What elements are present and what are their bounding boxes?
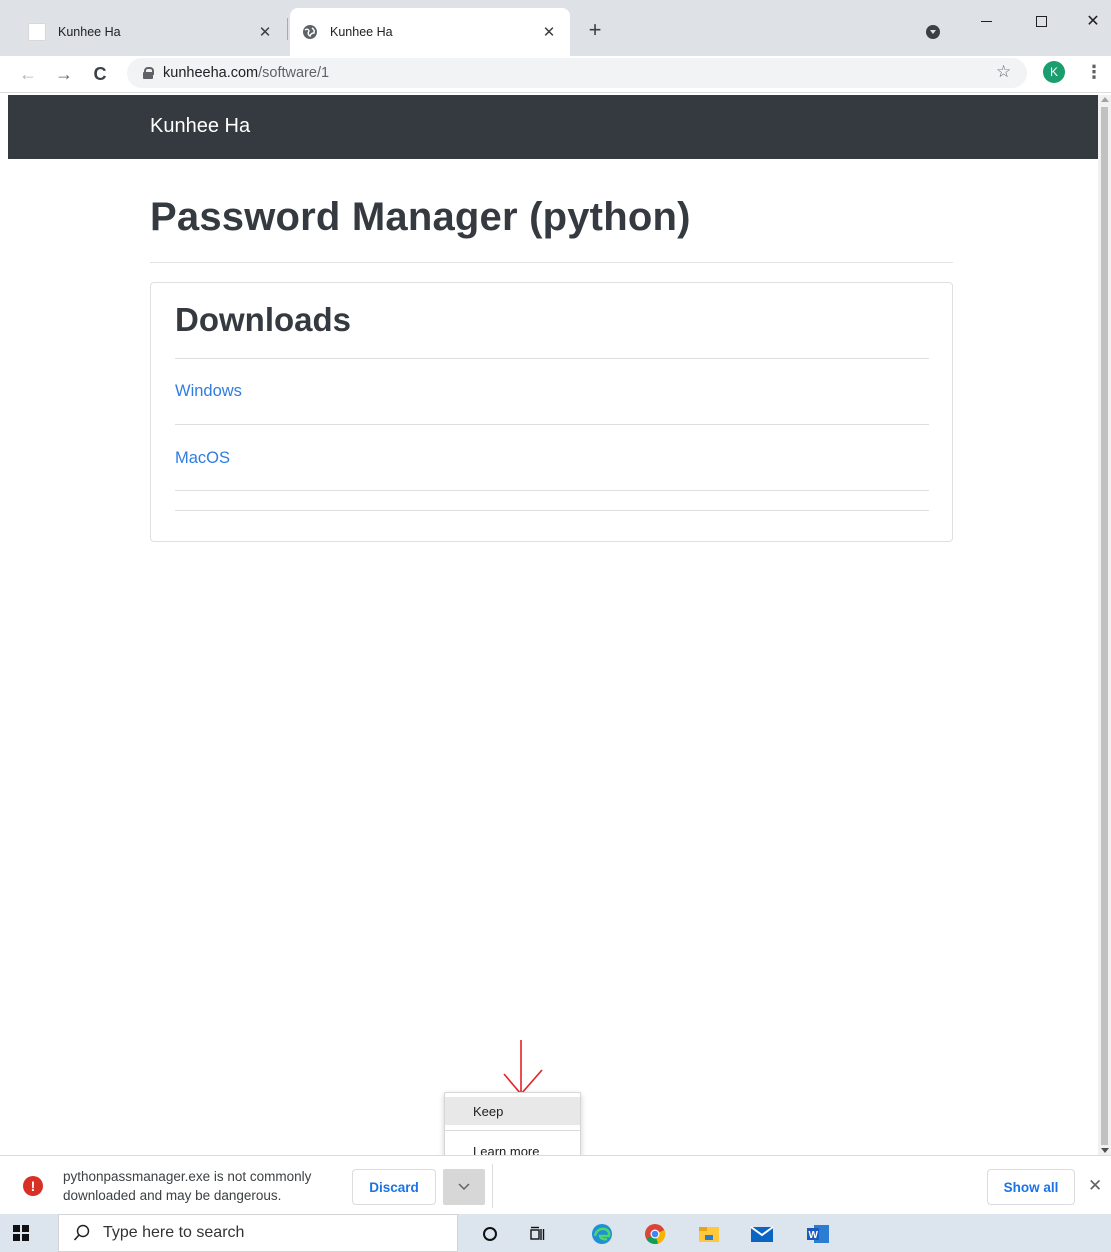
discard-button[interactable]: Discard [352, 1169, 436, 1205]
site-navbar: Kunhee Ha [8, 95, 1098, 159]
svg-text:W: W [809, 1230, 819, 1241]
title-divider [150, 262, 953, 263]
downloads-card: Downloads Windows MacOS [150, 282, 953, 542]
chrome-icon[interactable] [643, 1222, 667, 1246]
page-scrollbar[interactable] [1098, 95, 1111, 1155]
card-divider [175, 490, 929, 491]
taskbar-search-box[interactable]: Type here to search [58, 1214, 458, 1252]
tab-strip: Kunhee Ha ✕ Kunhee Ha ✕ + ✕ [0, 0, 1111, 56]
toolbar-divider [0, 92, 1111, 93]
search-placeholder: Type here to search [103, 1224, 245, 1241]
menu-item-keep[interactable]: Keep [445, 1097, 580, 1125]
close-shelf-icon[interactable]: ✕ [1088, 1176, 1102, 1196]
tab-kunhee-ha-2[interactable]: Kunhee Ha ✕ [290, 8, 570, 56]
windows-taskbar: Type here to search W [0, 1214, 1111, 1252]
show-all-button[interactable]: Show all [987, 1169, 1075, 1205]
page-title: Password Manager (python) [150, 195, 691, 239]
tab-search-icon[interactable] [926, 25, 940, 39]
warning-line-2: downloaded and may be dangerous. [63, 1188, 282, 1203]
close-window-button[interactable]: ✕ [1071, 6, 1111, 36]
card-divider [175, 424, 929, 425]
browser-toolbar: ← → C kunheeha.com/software/1 ☆ [0, 56, 1111, 92]
edge-icon[interactable] [590, 1222, 614, 1246]
maximize-button[interactable] [1019, 6, 1063, 36]
download-options-button[interactable] [443, 1169, 485, 1205]
tab-kunhee-ha-1[interactable]: Kunhee Ha ✕ [16, 8, 286, 56]
red-arrow-annotation-icon [503, 1040, 543, 1096]
download-warning: pythonpassmanager.exe is not commonly do… [63, 1167, 353, 1205]
lock-icon[interactable] [143, 67, 154, 79]
url-path: /software/1 [258, 65, 330, 81]
warning-line-1: pythonpassmanager.exe is not commonly [63, 1169, 312, 1184]
close-tab-icon[interactable]: ✕ [540, 23, 558, 41]
close-tab-icon[interactable]: ✕ [256, 23, 274, 41]
scroll-thumb[interactable] [1101, 107, 1108, 1145]
profile-avatar[interactable]: K [1043, 61, 1065, 83]
tab-title: Kunhee Ha [58, 25, 121, 39]
search-icon [73, 1224, 90, 1241]
tab-title: Kunhee Ha [330, 25, 393, 39]
page-viewport: Kunhee Ha Password Manager (python) Down… [8, 95, 1098, 1155]
windows-start-icon[interactable] [13, 1225, 29, 1241]
bookmark-star-icon[interactable]: ☆ [996, 62, 1011, 82]
task-view-icon[interactable] [526, 1222, 550, 1246]
back-button[interactable]: ← [14, 60, 42, 88]
chrome-menu-icon[interactable]: ⋮ [1085, 62, 1103, 83]
card-divider [175, 510, 929, 511]
card-divider [175, 358, 929, 359]
danger-warning-icon: ! [23, 1176, 43, 1196]
maximize-icon [1035, 15, 1047, 27]
scroll-up-arrow-icon[interactable] [1101, 97, 1109, 102]
scroll-down-arrow-icon[interactable] [1101, 1148, 1109, 1153]
site-brand[interactable]: Kunhee Ha [150, 115, 250, 138]
word-icon[interactable]: W [806, 1222, 830, 1246]
globe-icon [302, 24, 318, 40]
macos-download-link[interactable]: MacOS [175, 449, 230, 468]
downloads-heading: Downloads [175, 301, 352, 338]
shelf-separator [492, 1164, 493, 1208]
minimize-button[interactable] [964, 6, 1008, 36]
chevron-down-icon [458, 1183, 470, 1191]
mail-icon[interactable] [750, 1222, 774, 1246]
new-tab-button[interactable]: + [583, 17, 607, 42]
tab-separator [287, 18, 288, 40]
reload-button[interactable]: C [86, 60, 114, 88]
address-bar[interactable]: kunheeha.com/software/1 [127, 58, 1027, 88]
minimize-icon [980, 20, 992, 22]
windows-download-link[interactable]: Windows [175, 382, 242, 401]
file-explorer-icon[interactable] [697, 1222, 721, 1246]
url-host: kunheeha.com [163, 65, 259, 81]
blank-favicon-icon [28, 23, 46, 41]
download-shelf: ! pythonpassmanager.exe is not commonly … [0, 1155, 1111, 1213]
cortana-icon[interactable] [478, 1222, 502, 1246]
menu-separator [445, 1130, 580, 1131]
forward-button[interactable]: → [50, 60, 78, 88]
